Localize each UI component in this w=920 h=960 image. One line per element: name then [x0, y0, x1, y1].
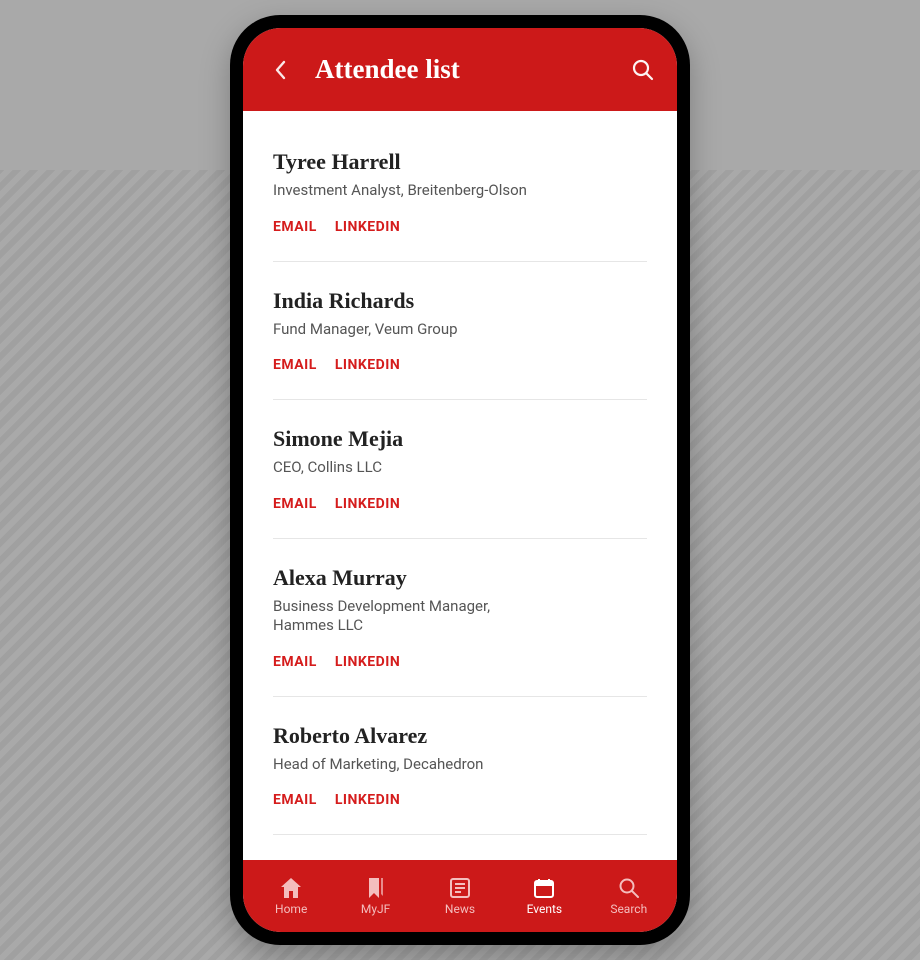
search-button[interactable]	[631, 58, 655, 82]
page-title: Attendee list	[315, 54, 460, 85]
attendee-item: Simone Mejia CEO, Collins LLC EMAIL LINKEDI…	[273, 426, 647, 539]
bookmark-icon	[366, 877, 386, 899]
attendee-name: Simone Mejia	[273, 426, 647, 452]
nav-events[interactable]: Events	[509, 876, 579, 916]
nav-label: News	[445, 902, 475, 916]
linkedin-link[interactable]: LINKEDIN	[335, 219, 400, 235]
attendee-role: Business Development Manager, Hammes LLC	[273, 597, 533, 636]
nav-label: Home	[275, 902, 307, 916]
nav-myjf[interactable]: MyJF	[341, 876, 411, 916]
bottom-nav: Home MyJF News Events Search	[243, 860, 677, 932]
attendee-list: Tyree Harrell Investment Analyst, Breiten…	[243, 111, 677, 860]
attendee-name: Roberto Alvarez	[273, 723, 647, 749]
nav-search[interactable]: Search	[594, 876, 664, 916]
chevron-left-icon	[274, 60, 286, 80]
attendee-links: EMAIL LINKEDIN	[273, 219, 647, 235]
screen: Attendee list Tyree Harrell Investment An…	[243, 28, 677, 932]
attendee-links: EMAIL LINKEDIN	[273, 654, 647, 670]
linkedin-link[interactable]: LINKEDIN	[335, 654, 400, 670]
attendee-name: Alexa Murray	[273, 565, 647, 591]
attendee-name: India Richards	[273, 288, 647, 314]
nav-label: Events	[527, 902, 563, 916]
home-icon	[279, 877, 303, 899]
attendee-links: EMAIL LINKEDIN	[273, 357, 647, 373]
attendee-role: CEO, Collins LLC	[273, 458, 533, 478]
email-link[interactable]: EMAIL	[273, 496, 317, 512]
attendee-item: Roberto Alvarez Head of Marketing, Decahe…	[273, 723, 647, 836]
email-link[interactable]: EMAIL	[273, 654, 317, 670]
nav-label: Search	[610, 902, 647, 916]
attendee-name: Tyree Harrell	[273, 149, 647, 175]
attendee-role: Fund Manager, Veum Group	[273, 320, 533, 340]
nav-news[interactable]: News	[425, 876, 495, 916]
linkedin-link[interactable]: LINKEDIN	[335, 792, 400, 808]
linkedin-link[interactable]: LINKEDIN	[335, 496, 400, 512]
linkedin-link[interactable]: LINKEDIN	[335, 357, 400, 373]
nav-home[interactable]: Home	[256, 876, 326, 916]
attendee-role: Investment Analyst, Breitenberg-Olson	[273, 181, 533, 201]
search-icon	[631, 58, 655, 82]
email-link[interactable]: EMAIL	[273, 357, 317, 373]
email-link[interactable]: EMAIL	[273, 219, 317, 235]
email-link[interactable]: EMAIL	[273, 792, 317, 808]
news-icon	[449, 877, 471, 899]
back-button[interactable]	[265, 60, 295, 80]
phone-frame: Attendee list Tyree Harrell Investment An…	[230, 15, 690, 945]
attendee-item: Alexa Murray Business Development Manager…	[273, 565, 647, 697]
search-icon	[618, 877, 640, 899]
attendee-role: Head of Marketing, Decahedron	[273, 755, 533, 775]
attendee-links: EMAIL LINKEDIN	[273, 792, 647, 808]
attendee-item: India Richards Fund Manager, Veum Group EM…	[273, 288, 647, 401]
app-header: Attendee list	[243, 28, 677, 111]
attendee-item: Tyree Harrell Investment Analyst, Breiten…	[273, 149, 647, 262]
calendar-icon	[533, 877, 555, 899]
attendee-links: EMAIL LINKEDIN	[273, 496, 647, 512]
nav-label: MyJF	[361, 902, 390, 916]
